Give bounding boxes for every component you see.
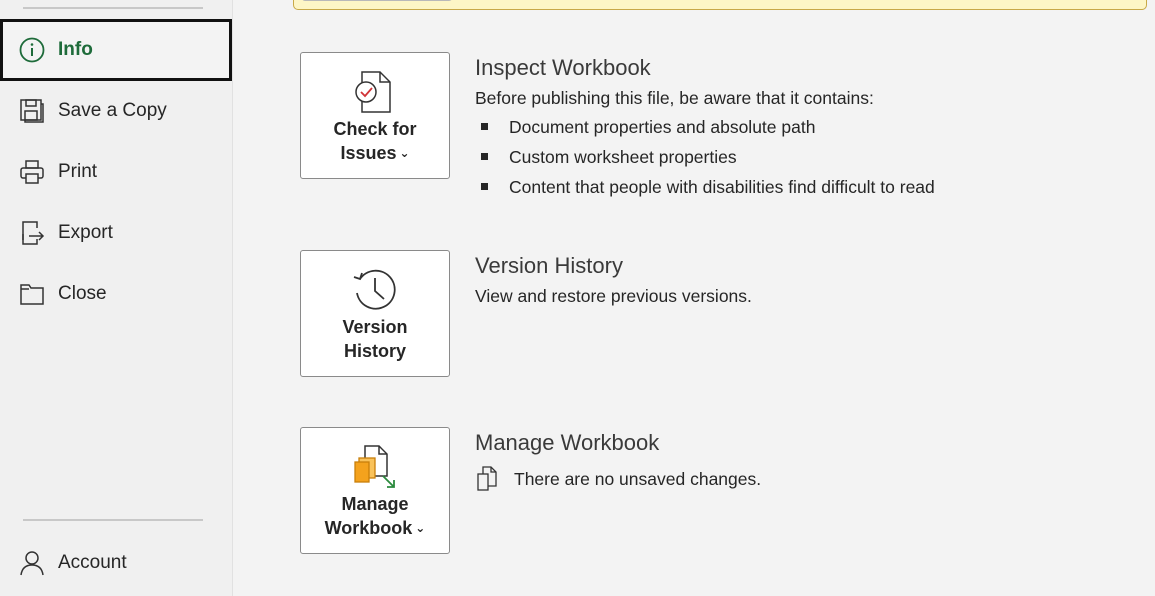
sidebar-item-print[interactable]: Print: [0, 143, 232, 201]
manage-workbook-button[interactable]: Manage Workbook ⌄: [300, 427, 450, 554]
manage-workbook-label: Manage Workbook ⌄: [301, 492, 449, 540]
bullet-text: Content that people with disabilities fi…: [509, 177, 935, 197]
sidebar-item-label: Account: [58, 552, 127, 573]
bullet-text: Document properties and absolute path: [509, 117, 816, 137]
version-history-title: Version History: [475, 253, 623, 278]
bullet-square-icon: [481, 183, 488, 190]
chevron-down-icon: ⌄: [399, 146, 410, 160]
sidebar-item-save-a-copy[interactable]: Save a Copy: [0, 82, 232, 140]
backstage-sidebar: Info Save a Copy Print Export Close Acco…: [0, 0, 233, 596]
version-history-description: View and restore previous versions.: [475, 286, 752, 306]
inspect-workbook-description: Before publishing this file, be aware th…: [475, 88, 874, 108]
unsaved-documents-icon: [476, 466, 498, 492]
version-history-label: Version History: [301, 315, 449, 363]
tile-label-line2: Workbook: [324, 518, 413, 538]
manage-workbook-icon: [352, 444, 398, 490]
tile-label-line2: History: [343, 341, 406, 361]
warning-bar-button[interactable]: [302, 0, 452, 1]
tile-label-line1: Manage: [341, 494, 409, 514]
person-icon: [19, 550, 45, 576]
sidebar-item-info[interactable]: Info: [0, 19, 232, 81]
save-copy-icon: [19, 98, 45, 124]
version-history-button[interactable]: Version History: [300, 250, 450, 377]
history-clock-icon: [352, 267, 398, 313]
bullet-square-icon: [481, 123, 488, 130]
sidebar-item-label: Close: [58, 283, 107, 304]
printer-icon: [19, 159, 45, 185]
check-for-issues-label: Check for Issues ⌄: [301, 117, 449, 165]
list-item: Document properties and absolute path: [481, 117, 815, 138]
sidebar-bottom-divider: [23, 519, 203, 521]
sidebar-top-divider: [23, 7, 203, 9]
check-for-issues-button[interactable]: Check for Issues ⌄: [300, 52, 450, 179]
tile-label-line1: Check for: [333, 119, 417, 139]
sidebar-item-label: Save a Copy: [58, 100, 167, 121]
sidebar-item-label: Info: [58, 39, 93, 60]
sidebar-item-label: Export: [58, 222, 113, 243]
info-warning-bar: [293, 0, 1147, 10]
folder-close-icon: [19, 281, 45, 307]
sidebar-item-export[interactable]: Export: [0, 204, 232, 262]
tile-label-line2: Issues: [340, 143, 397, 163]
manage-workbook-title: Manage Workbook: [475, 430, 660, 455]
list-item: Custom worksheet properties: [481, 147, 737, 168]
list-item: Content that people with disabilities fi…: [481, 177, 935, 198]
sidebar-item-account[interactable]: Account: [0, 534, 232, 592]
check-document-icon: [352, 69, 398, 115]
bullet-text: Custom worksheet properties: [509, 147, 737, 167]
inspect-workbook-title: Inspect Workbook: [475, 55, 651, 80]
info-icon: [19, 37, 45, 63]
sidebar-item-close[interactable]: Close: [0, 265, 232, 323]
tile-label-line1: Version: [342, 317, 408, 337]
bullet-square-icon: [481, 153, 488, 160]
export-icon: [19, 220, 45, 246]
sidebar-item-label: Print: [58, 161, 98, 182]
manage-workbook-status: There are no unsaved changes.: [514, 469, 762, 489]
chevron-down-icon: ⌄: [415, 521, 426, 535]
